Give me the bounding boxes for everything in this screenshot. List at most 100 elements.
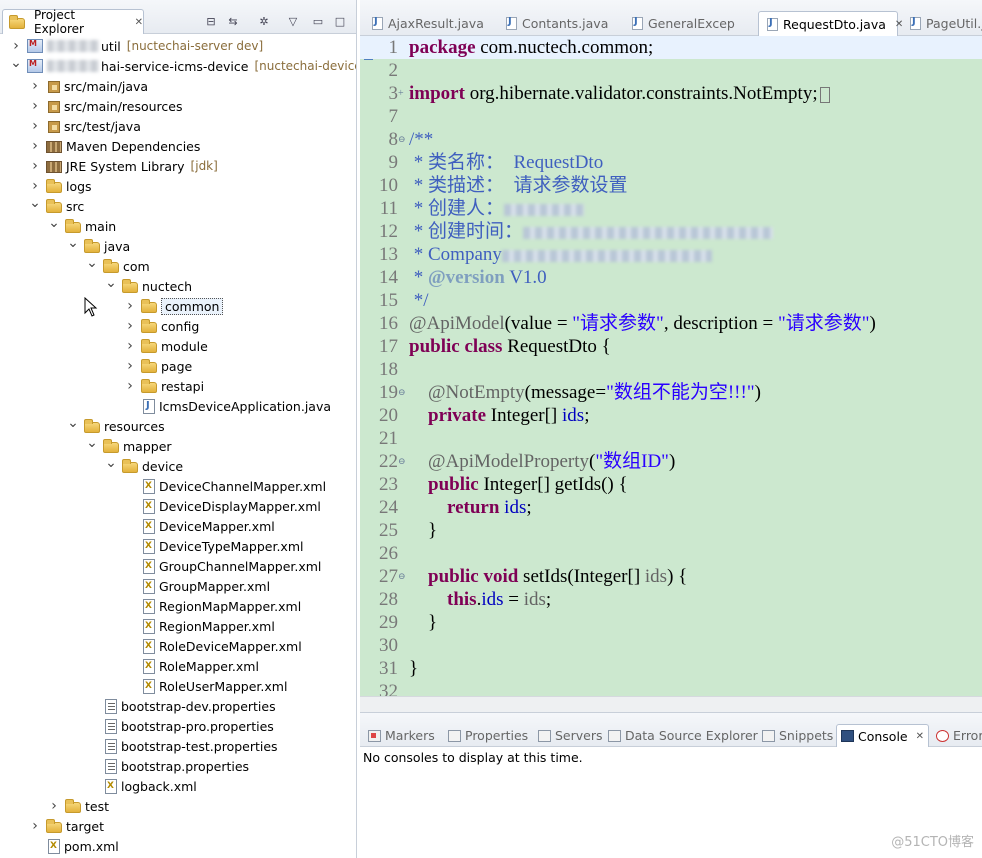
link-with-editor-icon[interactable]: ⇆ [225,13,241,29]
bottom-tab[interactable]: Servers [534,724,603,747]
view-menu-gear-icon[interactable]: ✲ [256,13,272,29]
tree-item[interactable]: ⌄ device [105,455,183,476]
close-icon[interactable]: ✕ [916,731,924,742]
tree-item[interactable]: › target [29,816,104,836]
tree-item[interactable]: › JRE System Library [jdk] [29,156,218,176]
tree-item[interactable]: › page [124,356,192,376]
chevron-right-icon[interactable]: › [48,798,60,814]
maximize-icon[interactable]: □ [332,13,348,29]
tree-item[interactable]: IcmsDeviceApplication.java [124,396,331,416]
chevron-right-icon[interactable]: › [29,78,41,94]
chevron-down-icon[interactable]: ⌄ [48,215,60,231]
tree-item[interactable]: bootstrap-test.properties [86,736,278,756]
collapse-fold-icon[interactable]: ⊖ [398,450,408,473]
tree-item[interactable]: ⌄ com [86,255,150,276]
chevron-down-icon[interactable]: ⌄ [105,455,117,471]
editor-tab[interactable]: AjaxResult.java [364,11,492,36]
chevron-down-icon[interactable]: ⌄ [105,275,117,291]
tree-item[interactable]: ⌄ mapper [86,435,171,456]
horizontal-scrollbar[interactable] [360,696,982,712]
tree-item[interactable]: DeviceDisplayMapper.xml [124,496,321,516]
tree-item[interactable]: RegionMapper.xml [124,616,275,636]
tree-item[interactable]: pom.xml [29,836,119,856]
tree-item[interactable]: DeviceMapper.xml [124,516,275,536]
chevron-down-icon[interactable]: ⌄ [10,55,22,71]
collapse-all-icon[interactable]: ⊟ [203,13,219,29]
tree-item[interactable]: DeviceTypeMapper.xml [124,536,303,556]
tree-item[interactable]: › logs [29,176,91,196]
tab-project-explorer[interactable]: Project Explorer ✕ [2,8,144,36]
tree-item[interactable]: › common [124,296,224,316]
editor-tab[interactable]: RequestDto.java✕ [758,11,903,36]
tree-item[interactable]: DeviceChannelMapper.xml [124,476,326,496]
tree-item[interactable]: ⌄ hai-service-icms-device [nuctechai-devic… [10,55,356,76]
tree-item[interactable]: RegionMapMapper.xml [124,596,301,616]
chevron-right-icon[interactable]: › [29,158,41,174]
tree-item[interactable]: bootstrap-dev.properties [86,696,276,716]
tree-item[interactable]: ⌄ resources [67,415,164,436]
chevron-right-icon[interactable]: › [124,298,136,314]
tree-item[interactable]: bootstrap-pro.properties [86,716,274,736]
minimize-icon[interactable]: ▭ [310,13,326,29]
tree-item[interactable]: › restapi [124,376,204,396]
chevron-right-icon[interactable]: › [124,378,136,394]
bottom-tab[interactable]: Properties [444,724,528,747]
chevron-down-icon[interactable]: ⌄ [86,435,98,451]
java-file-icon [910,16,921,30]
tree-item[interactable]: RoleMapper.xml [124,656,259,676]
expand-fold-icon[interactable]: + [398,82,408,105]
code-line: 11 * 创建人： [360,197,982,220]
tree-item[interactable]: › config [124,316,199,336]
tree-item[interactable]: ⌄ java [67,235,130,256]
tree-item[interactable]: ⌄ src [29,195,84,216]
tree-item[interactable]: RoleUserMapper.xml [124,676,287,696]
bottom-tab[interactable]: Snippets [758,724,833,747]
tree-item[interactable]: RoleDeviceMapper.xml [124,636,302,656]
chevron-down-icon[interactable]: ⌄ [67,415,79,431]
chevron-right-icon[interactable]: › [10,38,22,54]
editor-tab[interactable]: PageUtil.ja [902,11,982,36]
tree-item[interactable]: GroupMapper.xml [124,576,270,596]
code-text: return ids; [447,497,532,518]
tree-item[interactable]: logback.xml [86,776,197,796]
folded-region-marker[interactable] [819,86,830,103]
close-icon[interactable]: ✕ [135,17,143,28]
chevron-right-icon[interactable]: › [29,138,41,154]
code-area[interactable]: 1 package com.nuctech.common; 2 3 + import or… [360,36,982,712]
collapse-fold-icon[interactable]: ⊖ [398,565,408,588]
properties-file-icon [105,698,117,714]
chevron-down-icon[interactable]: ⌄ [29,195,41,211]
editor-tab[interactable]: Contants.java [498,11,618,36]
chevron-right-icon[interactable]: › [29,178,41,194]
tree-item[interactable]: › Maven Dependencies [29,136,200,156]
bottom-tab[interactable]: Data Source Explorer [604,724,758,747]
tree-item[interactable]: GroupChannelMapper.xml [124,556,321,576]
chevron-right-icon[interactable]: › [124,358,136,374]
tree-item[interactable]: ⌄ nuctech [105,275,192,296]
tree-item[interactable]: › src/test/java [29,116,141,136]
chevron-right-icon[interactable]: › [124,318,136,334]
bottom-tab[interactable]: Markers [364,724,435,747]
line-number: 27 [379,566,398,587]
chevron-right-icon[interactable]: › [124,338,136,354]
chevron-down-icon[interactable]: ⌄ [86,255,98,271]
bottom-tab[interactable]: Console ✕ [836,724,930,747]
tree-item[interactable]: bootstrap.properties [86,756,249,776]
tree-item[interactable]: › src/main/java [29,76,148,96]
chevron-right-icon[interactable]: › [29,118,41,134]
tree-item[interactable]: › test [48,796,109,816]
collapse-fold-icon[interactable]: ⊖ [398,128,408,151]
chevron-down-icon[interactable]: ⌄ [67,235,79,251]
chevron-right-icon[interactable]: › [29,98,41,114]
tree-item[interactable]: ⌄ main [48,215,116,236]
chevron-right-icon[interactable]: › [29,818,41,834]
bottom-tab[interactable]: Error [932,724,982,747]
editor-tab[interactable]: GeneralExcep [624,11,752,36]
tree-item[interactable]: › module [124,336,208,356]
view-menu-chevron-down-icon[interactable]: ▽ [285,13,301,29]
tree-item[interactable]: › util [nuctechai-server dev] [10,36,263,56]
tree-item[interactable]: › src/main/resources [29,96,182,116]
collapse-fold-icon[interactable]: ⊖ [398,381,408,404]
